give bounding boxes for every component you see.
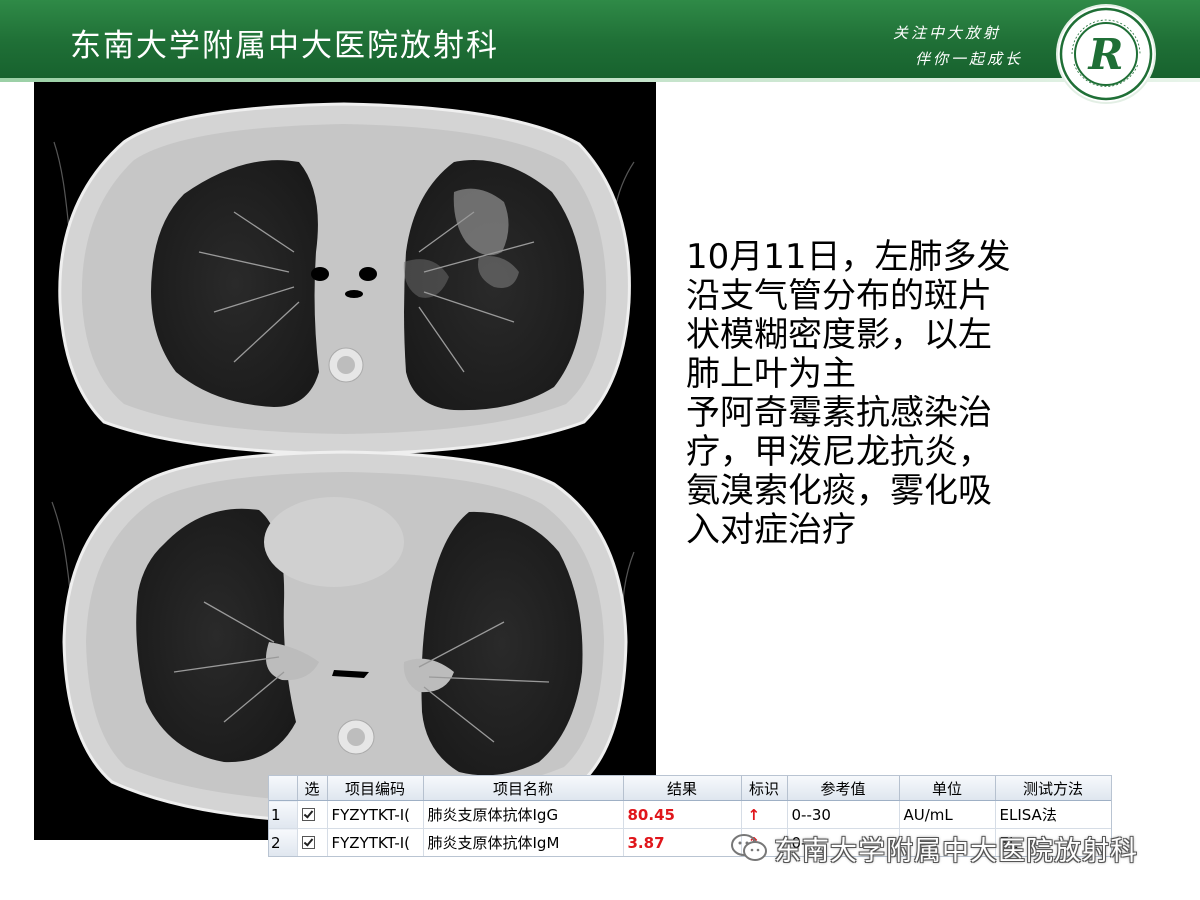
ct-slice-lower (62, 450, 628, 824)
header-result[interactable]: 结果 (623, 776, 742, 801)
table-row[interactable]: 1 FYZYTKT-I( 肺炎支原体抗体IgG 80.45 ↑ 0--30 AU… (269, 800, 1111, 829)
row-checkbox[interactable] (297, 828, 328, 856)
result-cell: 3.87 (623, 828, 742, 856)
header-title: 东南大学附属中大医院放射科 (70, 28, 499, 64)
checkbox-checked-icon[interactable] (301, 807, 315, 821)
description-line: 疗，甲泼尼龙抗炎， (686, 432, 992, 472)
ct-slice-upper (58, 102, 631, 456)
description-line: 予阿奇霉素抗感染治 (686, 393, 992, 433)
ct-image (34, 82, 656, 840)
item-code-cell: FYZYTKT-I( (327, 828, 424, 856)
watermark-text: 东南大学附属中大医院放射科 (774, 835, 1138, 867)
unit-cell: AU/mL (899, 800, 996, 829)
table-header-row: 选 项目编码 项目名称 结果 标识 参考值 单位 测试方法 (269, 776, 1111, 801)
row-number: 1 (269, 800, 298, 829)
header-flag[interactable]: 标识 (741, 776, 788, 801)
wechat-icon (730, 833, 768, 863)
header-method[interactable]: 测试方法 (995, 776, 1111, 801)
item-name-cell: 肺炎支原体抗体IgG (423, 800, 624, 829)
header-item-code[interactable]: 项目编码 (327, 776, 424, 801)
description-line: 氨溴索化痰，雾化吸 (686, 471, 992, 511)
header-unit[interactable]: 单位 (899, 776, 996, 801)
header-corner[interactable] (269, 776, 298, 801)
item-name-cell: 肺炎支原体抗体IgM (423, 828, 624, 856)
description-line: 入对症治疗 (686, 510, 856, 550)
watermark: 东南大学附属中大医院放射科 (730, 830, 1138, 867)
arrow-up-icon: ↑ (741, 800, 788, 829)
row-checkbox[interactable] (297, 800, 328, 829)
result-cell: 80.45 (623, 800, 742, 829)
header-item-name[interactable]: 项目名称 (423, 776, 624, 801)
description-line: 沿支气管分布的斑片 (686, 276, 992, 316)
header-select[interactable]: 选 (297, 776, 328, 801)
logo-letter: R (1088, 30, 1124, 79)
description-line: 肺上叶为主 (686, 354, 856, 394)
header-banner: 东南大学附属中大医院放射科 关注中大放射 伴你一起成长 (0, 0, 1200, 82)
item-code-cell: FYZYTKT-I( (327, 800, 424, 829)
hospital-logo: R (1058, 6, 1154, 102)
checkbox-checked-icon[interactable] (301, 835, 315, 849)
description-line: 状模糊密度影，以左 (686, 315, 992, 355)
method-cell: ELISA法 (995, 800, 1111, 829)
reference-cell: 0--30 (787, 800, 900, 829)
header-reference[interactable]: 参考值 (787, 776, 900, 801)
row-number: 2 (269, 828, 298, 856)
case-description: 10月11日，左肺多发 沿支气管分布的斑片 状模糊密度影，以左 肺上叶为主 予阿… (686, 238, 1086, 550)
description-line: 10月11日，左肺多发 (686, 237, 1011, 277)
slogan-line-1: 关注中大放射 (893, 24, 1002, 42)
slogan-line-2: 伴你一起成长 (915, 50, 1024, 68)
